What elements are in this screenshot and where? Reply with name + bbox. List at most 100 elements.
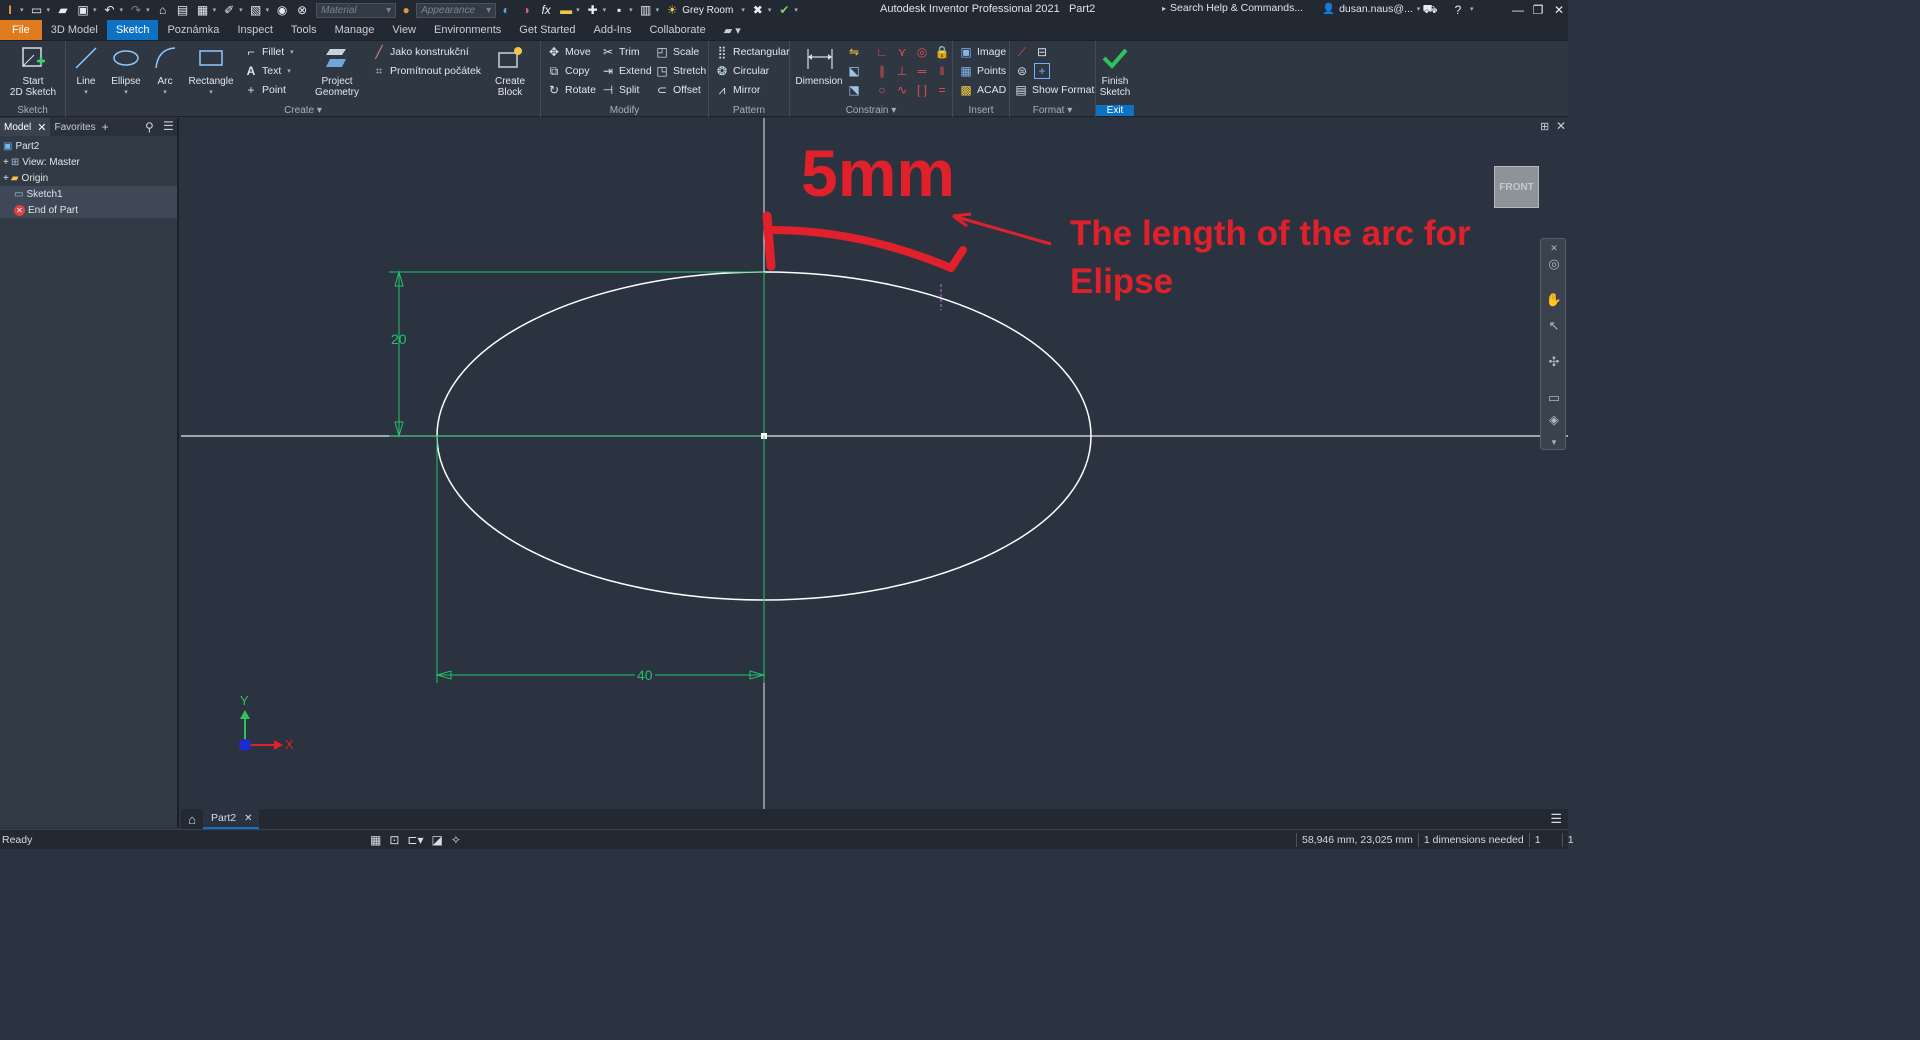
tab-favorites[interactable]: Favorites + [50, 118, 112, 136]
show-constraints-icon[interactable]: ⬕ [846, 63, 862, 79]
search-icon[interactable]: ⚲ [145, 120, 154, 134]
view-face-icon[interactable]: ◈ [1545, 411, 1563, 429]
user-menu[interactable]: 👤 dusan.naus@... ▾ [1322, 2, 1423, 16]
tree-item-sketch[interactable]: ▭ Sketch1 [0, 186, 177, 202]
doc-tab-part2[interactable]: Part2 ✕ [203, 809, 259, 829]
tab-add-ins[interactable]: Add-Ins [585, 20, 641, 40]
expand-icon[interactable]: + [3, 173, 9, 184]
menu-icon[interactable]: ☰ [163, 119, 174, 133]
zoom-icon[interactable]: ↖ [1545, 317, 1563, 335]
pan-icon[interactable]: ✋ [1545, 291, 1563, 309]
tab-view[interactable]: View [383, 20, 425, 40]
close-view-icon[interactable]: ✕ [1556, 119, 1566, 133]
scale-button[interactable]: ◰ Scale [655, 43, 699, 61]
look-at-icon[interactable]: ▭ [1545, 389, 1563, 407]
tab-collaborate[interactable]: Collaborate [640, 20, 714, 40]
parallel-icon[interactable]: ∥ [874, 63, 890, 79]
symmetric-icon[interactable]: [ ] [914, 82, 930, 98]
layout-icon[interactable]: ▥ [638, 3, 654, 17]
construction-button[interactable]: ╱ Jako konstrukční [372, 43, 468, 61]
appearance-dropdown[interactable]: Appearance ▾ [416, 2, 497, 18]
perpendicular-icon[interactable]: ⊥ [894, 63, 910, 79]
restore-icon[interactable]: ❐ [1530, 3, 1546, 17]
constraint-settings-icon[interactable]: ⬔ [846, 82, 862, 98]
tab-model[interactable]: Model ✕ [0, 118, 51, 136]
rotate-button[interactable]: ↻ Rotate [547, 81, 596, 99]
project-geometry-button[interactable]: Project Geometry [310, 44, 364, 98]
show-format-button[interactable]: ▤ Show Format [1014, 81, 1094, 99]
maximize-view-icon[interactable]: ⊞ [1540, 120, 1549, 133]
doc-tabs-menu-icon[interactable]: ☰ [1550, 811, 1562, 827]
tree-item-origin[interactable]: + ▰ Origin [0, 170, 177, 186]
tree-item-end-of-part[interactable]: ✕ End of Part [0, 202, 177, 218]
rectangle-button[interactable]: Rectangle ▾ [186, 44, 236, 98]
material-dropdown[interactable]: Material ▾ [316, 2, 397, 18]
customize-icon[interactable]: ✔ [776, 3, 792, 17]
dimension-button[interactable]: Dimension [794, 44, 844, 87]
tools-icon[interactable]: ✖ [750, 3, 766, 17]
tab-sketch[interactable]: Sketch [106, 20, 159, 40]
cart-icon[interactable]: ⛟ [1422, 2, 1438, 17]
undo-icon[interactable]: ↶ [102, 3, 118, 17]
tab-poznamka[interactable]: Poznámka [158, 20, 228, 40]
update-icon[interactable]: ▤ [175, 3, 191, 17]
create-block-button[interactable]: Create Block [482, 44, 538, 98]
point-button[interactable]: + Point [244, 81, 285, 99]
close-tab-icon[interactable]: ✕ [37, 121, 46, 134]
doc-tab-close-icon[interactable]: ✕ [244, 813, 252, 824]
constraint-persist-icon[interactable]: ⊏▾ [407, 833, 423, 847]
tree-item-view[interactable]: + ⊞ View: Master [0, 154, 177, 170]
clear-override-icon[interactable]: ⊗ [294, 3, 310, 17]
finish-sketch-button[interactable]: Finish Sketch [1098, 44, 1132, 98]
equal-icon[interactable]: = [934, 82, 950, 98]
tab-file[interactable]: File [0, 20, 42, 40]
text-button[interactable]: A Text ▾ [244, 62, 294, 80]
stretch-button[interactable]: ◳ Stretch [655, 62, 706, 80]
clear-appearance-icon[interactable]: ◑ [518, 3, 534, 17]
tab-environments[interactable]: Environments [425, 20, 510, 40]
open-folder-icon[interactable]: ▰ [55, 3, 71, 17]
fillet-button[interactable]: ⌐ Fillet ▾ [244, 43, 297, 61]
lighting-dropdown[interactable]: Grey Room ▾ [682, 5, 748, 16]
dim-horizontal-value[interactable]: 40 [635, 667, 655, 683]
close-window-icon[interactable]: ✕ [1551, 3, 1567, 17]
tangent-icon[interactable]: ○ [874, 82, 890, 98]
tab-3d-model[interactable]: 3D Model [42, 20, 107, 40]
tree-item-part[interactable]: ▣ Part2 [0, 138, 177, 154]
vertical-icon[interactable]: ‖ [934, 63, 950, 79]
grid-snap-icon[interactable]: ▦ [370, 833, 381, 847]
tab-tools[interactable]: Tools [282, 20, 326, 40]
inventor-logo-icon[interactable]: I [2, 3, 18, 17]
constraint-inference-icon[interactable]: ⊡ [389, 833, 399, 847]
construction-format-icon[interactable]: ⟋ [1014, 44, 1030, 60]
steering-wheel-icon[interactable]: ◎ [1545, 255, 1563, 273]
expand-icon[interactable]: + [3, 157, 9, 168]
relax-mode-icon[interactable]: ✧ [451, 833, 461, 847]
center-point-icon[interactable]: + [1034, 63, 1050, 79]
viewcube[interactable]: FRONT [1494, 166, 1539, 208]
graphics-canvas[interactable]: 20 40 5mm The length of the arc for Elip… [181, 118, 1568, 809]
split-button[interactable]: ⊣ Split [601, 81, 640, 99]
copy-button[interactable]: ⧉ Copy [547, 62, 590, 80]
plus-icon[interactable]: ✚ [585, 3, 601, 17]
image-button[interactable]: ▣ Image [959, 43, 1006, 61]
orbit-icon[interactable]: ✣ [1545, 353, 1563, 371]
collinear-icon[interactable]: ⋎ [894, 44, 910, 60]
minimize-icon[interactable]: — [1510, 3, 1526, 17]
tab-inspect[interactable]: Inspect [228, 20, 281, 40]
tab-manage[interactable]: Manage [326, 20, 384, 40]
smooth-icon[interactable]: ∿ [894, 82, 910, 98]
auto-dimension-icon[interactable]: ⇋ [846, 44, 862, 60]
fix-icon[interactable]: 🔒 [934, 44, 950, 60]
dim-vertical-value[interactable]: 20 [391, 331, 407, 347]
redo-icon[interactable]: ↷ [128, 3, 144, 17]
arc-button[interactable]: Arc ▾ [150, 44, 180, 98]
save-icon[interactable]: ▣ [75, 3, 91, 17]
help-icon[interactable]: ? [1450, 3, 1466, 17]
points-button[interactable]: ▦ Points [959, 62, 1006, 80]
measure-icon[interactable]: ✐ [221, 3, 237, 17]
trim-button[interactable]: ✂ Trim [601, 43, 640, 61]
workspace-icon[interactable]: ▪ [611, 3, 627, 17]
adjust-appearance-icon[interactable]: ◐ [498, 3, 514, 17]
tab-overflow[interactable]: ▰ ▾ [715, 20, 750, 40]
